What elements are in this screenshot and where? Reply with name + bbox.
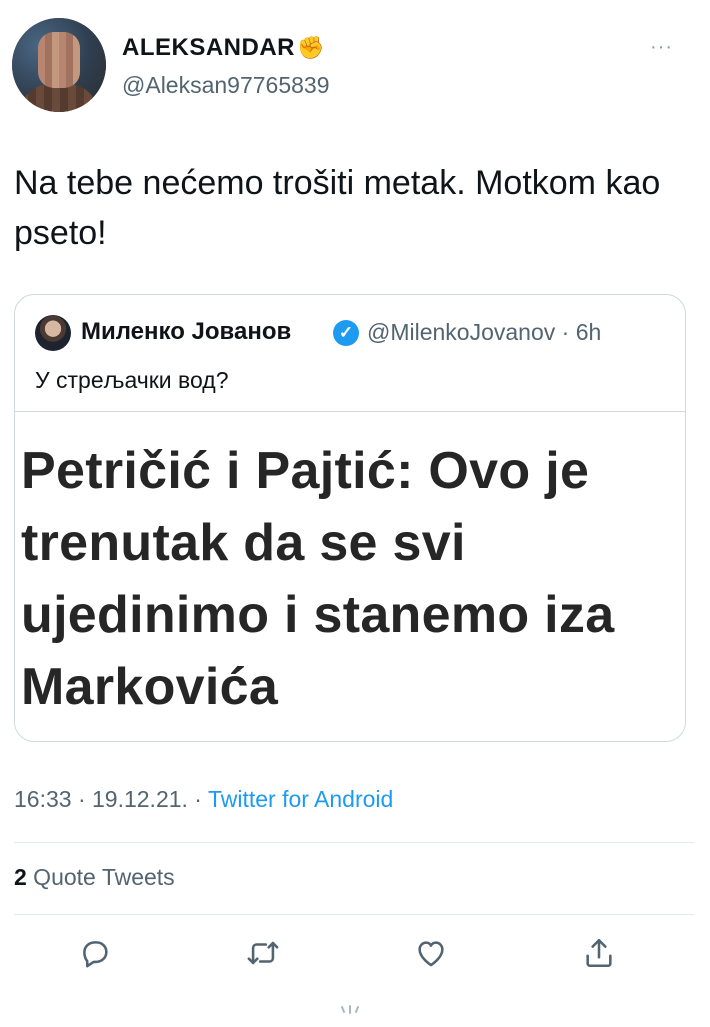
quoted-image-headline: Petričić i Pajtić: Ovo je trenutak da se… [21, 442, 615, 716]
tweet-text: Na tebe nećemo trošiti metak. Motkom kao… [14, 164, 661, 252]
divider [14, 842, 694, 843]
loading-spinner-icon [335, 1004, 365, 1022]
fist-emoji-icon: ✊ [297, 35, 325, 60]
quote-label: Quote Tweets [26, 864, 175, 890]
quoted-tweet-card[interactable]: Миленко Јованов ✓ @MilenkoJovanov · 6h У… [14, 294, 686, 742]
divider [14, 914, 694, 915]
quoted-tweet-text: У стрељачки вод? [35, 367, 229, 393]
verified-badge-icon: ✓ [333, 320, 359, 346]
quoted-author-avatar [35, 315, 71, 351]
quoted-author-name: Миленко Јованов [81, 318, 292, 345]
like-icon[interactable] [414, 936, 448, 970]
reply-icon[interactable] [78, 936, 112, 970]
author-handle[interactable]: @Aleksan97765839 [122, 72, 330, 99]
retweet-icon[interactable] [246, 936, 280, 970]
quote-count: 2 [14, 864, 27, 890]
author-avatar[interactable] [12, 18, 106, 112]
quoted-author-handle: @MilenkoJovanov · 6h [367, 319, 602, 345]
quoted-divider [15, 411, 685, 412]
author-display-name[interactable]: ALEKSANDAR✊ [122, 34, 325, 62]
tweet-time-date: 16:33 · 19.12.21. · [14, 786, 208, 812]
share-icon[interactable] [582, 936, 616, 970]
author-name-text: ALEKSANDAR [122, 34, 295, 61]
more-options-icon[interactable]: ··· [650, 36, 673, 59]
quote-tweets-link[interactable]: 2 Quote Tweets [14, 864, 175, 891]
tweet-source-link[interactable]: Twitter for Android [208, 786, 393, 812]
tweet-meta: 16:33 · 19.12.21. · Twitter for Android [14, 786, 393, 813]
